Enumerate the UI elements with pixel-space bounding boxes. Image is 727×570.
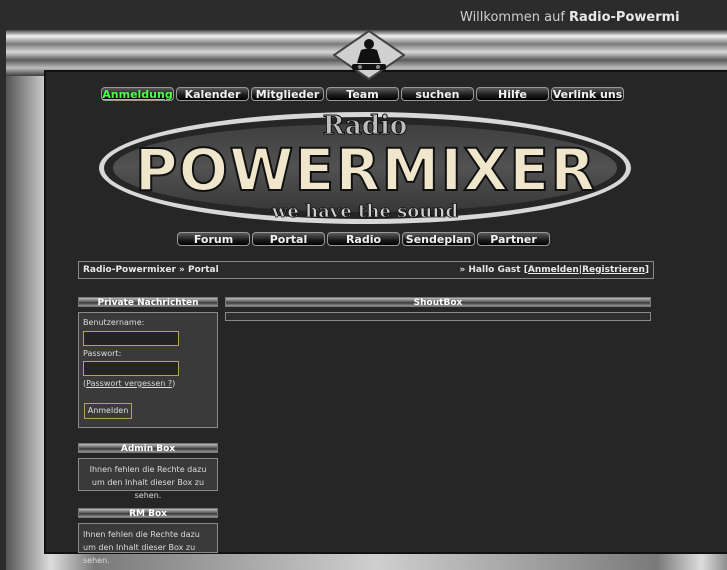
private-messages-title: Private Nachrichten	[78, 297, 218, 308]
welcome-site-name: Radio-Powermi	[569, 10, 680, 25]
breadcrumb-page[interactable]: Portal	[188, 265, 219, 275]
welcome-message: Willkommen auf Radio-Powermi	[460, 10, 680, 25]
username-label: Benutzername:	[83, 318, 145, 327]
top-navigation: Anmeldung Kalender Mitglieder Team suche…	[101, 87, 624, 101]
login-button[interactable]: Anmelden	[84, 403, 132, 419]
breadcrumb-site[interactable]: Radio-Powermixer	[83, 265, 176, 275]
nav-mitglieder[interactable]: Mitglieder	[251, 87, 324, 101]
main-navigation: Forum Portal Radio Sendeplan Partner	[177, 232, 550, 246]
nav-anmeldung[interactable]: Anmeldung	[101, 87, 174, 101]
login-box: Benutzername: Passwort: (Passwort verges…	[78, 312, 218, 428]
shoutbox-content	[225, 312, 651, 321]
nav-suchen[interactable]: suchen	[401, 87, 474, 101]
admin-box-text: Ihnen fehlen die Rechte dazu um den Inha…	[78, 458, 218, 500]
password-field[interactable]	[83, 361, 179, 376]
shoutbox-title: ShoutBox	[225, 297, 651, 308]
nav-partner[interactable]: Partner	[477, 232, 550, 246]
rm-box-text: Ihnen fehlen die Rechte dazu um den Inha…	[78, 523, 218, 565]
nav-forum[interactable]: Forum	[177, 232, 250, 246]
welcome-prefix: Willkommen auf	[460, 10, 570, 25]
nav-verlink-uns[interactable]: Verlink uns	[551, 87, 624, 101]
nav-sendeplan[interactable]: Sendeplan	[402, 232, 475, 246]
nav-team[interactable]: Team	[326, 87, 399, 101]
nav-portal[interactable]: Portal	[252, 232, 325, 246]
password-label: Passwort:	[83, 349, 122, 358]
nav-radio[interactable]: Radio	[327, 232, 400, 246]
banner-slogan-text: we have the sound	[271, 201, 459, 222]
banner-brand-text: POWERMIXER	[135, 136, 595, 204]
greeting-text: » Hallo Gast	[459, 265, 521, 275]
dj-logo-icon	[333, 30, 405, 80]
rm-box-title: RM Box	[78, 508, 218, 519]
forgot-password-wrapper: (Passwort vergessen ?)	[83, 379, 176, 388]
breadcrumb-separator: »	[179, 265, 185, 275]
breadcrumb: Radio-Powermixer » Portal » Hallo Gast […	[78, 261, 654, 279]
user-greeting: » Hallo Gast [Anmelden|Registrieren]	[459, 265, 649, 275]
radio-powermixer-banner: Radio POWERMIXER we have the sound	[99, 111, 631, 224]
nav-kalender[interactable]: Kalender	[176, 87, 249, 101]
username-field[interactable]	[83, 331, 179, 346]
nav-hilfe[interactable]: Hilfe	[476, 87, 549, 101]
admin-box-title: Admin Box	[78, 443, 218, 454]
forgot-password-link[interactable]: Passwort vergessen ?	[86, 379, 172, 388]
register-link[interactable]: Registrieren	[582, 265, 645, 275]
login-link[interactable]: Anmelden	[528, 265, 579, 275]
